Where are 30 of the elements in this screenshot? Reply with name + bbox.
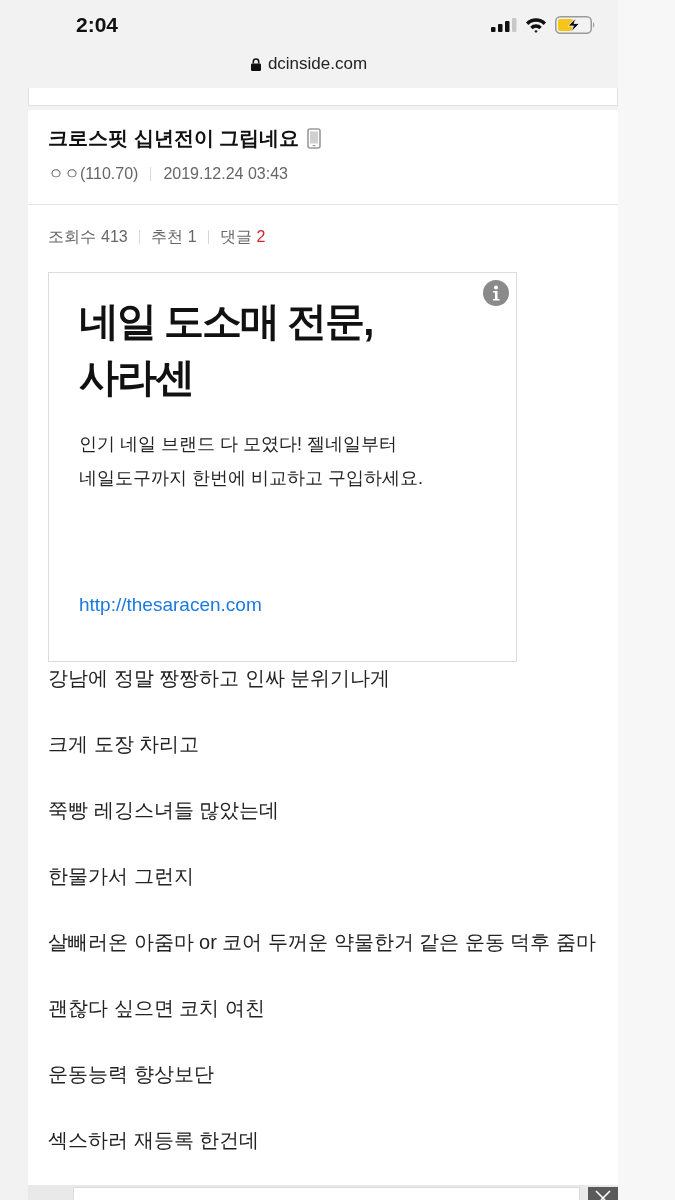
stat-label: 댓글 [219,227,252,247]
post-text-line: 한물가서 그런지 [48,864,195,888]
wifi-icon [525,17,547,33]
battery-charging-icon [555,16,596,34]
ad-banner[interactable]: 네일 도소매 전문, 사라센 인기 네일 브랜드 다 모였다! 젤네일부터 네일도구까지 한번에 비교하고 구입하세요. http://thesaracen.com [48,272,517,662]
post-text-line: 괜찮다 싶으면 코치 여친 [48,996,266,1020]
post-text-line: 크게 도장 차리고 [48,732,201,756]
lock-icon [250,58,261,71]
stat-value: 2 [256,227,266,247]
ad-headline: 네일 도소매 전문, 사라센 [79,298,373,401]
ad-description: 인기 네일 브랜드 다 모였다! 젤네일부터 네일도구까지 한번에 비교하고 구입하세요. [79,433,423,490]
post-text-line: 쭉빵 레깅스녀들 많았는데 [48,798,281,822]
post-text-line: 강남에 정말 짱짱하고 인싸 분위기나게 [48,666,392,690]
post-title: 크로스핏 십년전이 그립네요 [48,126,300,150]
stat-value: 413 [101,227,128,247]
post-text-line: 살빼러온 아줌마 or 코어 두꺼운 약물한거 같은 운동 덕후 줌마 [48,930,597,954]
info-icon[interactable] [483,280,509,306]
post-date: 2019.12.24 03:43 [163,164,288,184]
status-time: 2:04 [76,13,119,37]
stat-label: 추천 [150,227,183,247]
close-icon[interactable] [588,1187,618,1200]
stat-value: 1 [187,227,197,247]
post-author[interactable]: ㅇㅇ(110.70) [48,164,139,184]
post-text-line: 운동능력 향상보단 [48,1062,215,1086]
ad-link[interactable]: http://thesaracen.com [79,591,262,619]
post-text-line: 섹스하러 재등록 한건데 [48,1128,261,1152]
signal-icon [491,18,517,32]
address-url[interactable]: dcinside.com [267,53,368,75]
mobile-phone-icon [307,127,322,149]
stat-label: 조회수 [48,227,96,247]
